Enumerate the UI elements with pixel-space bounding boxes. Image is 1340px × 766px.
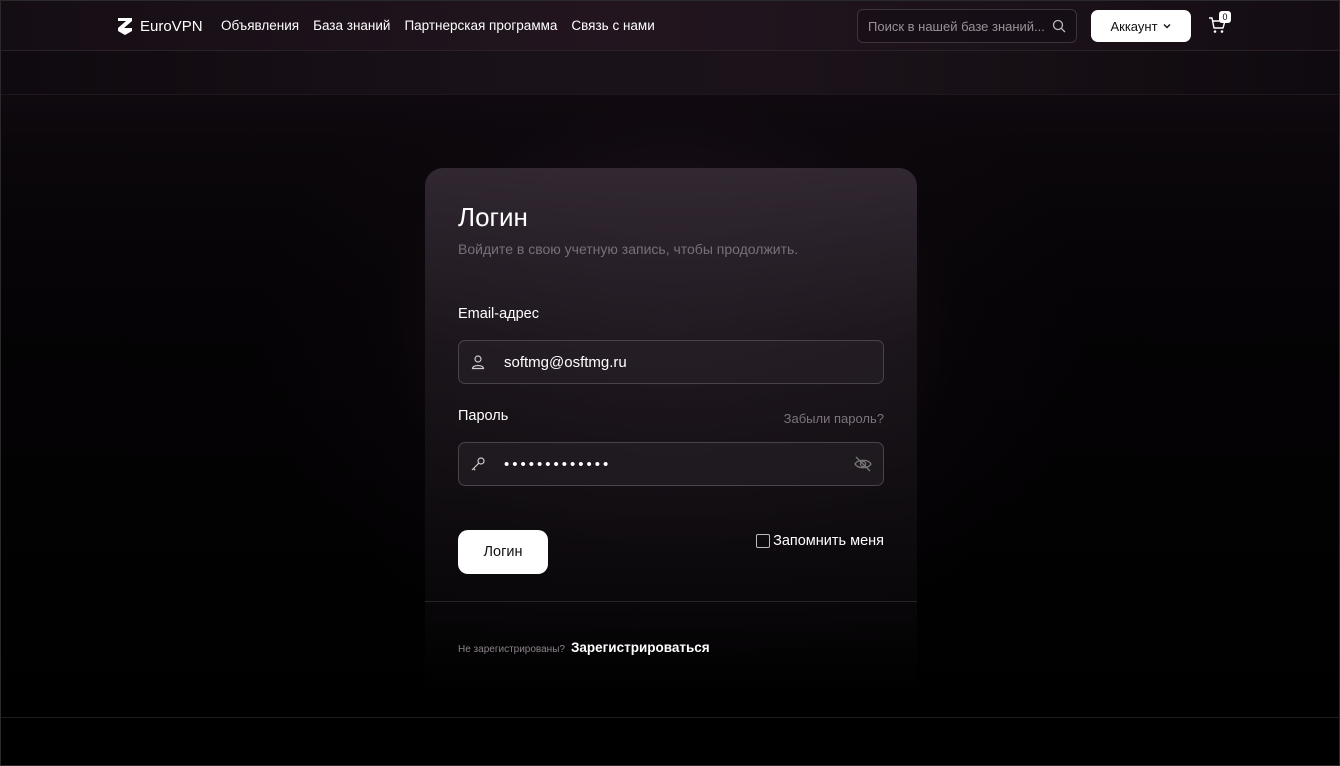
password-input[interactable] <box>504 455 853 473</box>
brand-name: EuroVPN <box>140 17 203 35</box>
forgot-password-link[interactable]: Забыли пароль? <box>784 411 884 426</box>
page-frame: EuroVPN Объявления База знаний Партнерск… <box>0 0 1340 766</box>
page-subtitle: Войдите в свою учетную запись, чтобы про… <box>458 241 799 257</box>
footer-divider <box>1 717 1339 718</box>
remember-label: Запомнить меня <box>773 533 884 549</box>
remember-me[interactable]: Запомнить меня <box>756 533 884 549</box>
cart-count-badge: 0 <box>1219 11 1231 23</box>
login-submit-button[interactable]: Логин <box>458 530 548 574</box>
card-divider <box>425 601 917 602</box>
remember-checkbox[interactable] <box>756 534 771 548</box>
nav-item-announcements[interactable]: Объявления <box>221 18 299 33</box>
top-header: EuroVPN Объявления База знаний Партнерск… <box>1 1 1339 51</box>
account-button[interactable]: Аккаунт <box>1091 10 1191 42</box>
password-field <box>458 442 884 486</box>
search-input[interactable] <box>868 18 1052 34</box>
eurovpn-logo-icon <box>118 18 132 35</box>
chevron-down-icon <box>1163 24 1171 29</box>
nav-item-affiliates[interactable]: Партнерская программа <box>404 18 557 33</box>
sub-header-bar <box>1 51 1339 95</box>
brand-logo[interactable]: EuroVPN <box>116 15 203 37</box>
register-link[interactable]: Зарегистрироваться <box>571 640 710 655</box>
search-icon[interactable] <box>1052 19 1066 33</box>
register-prompt: Не зарегистрированы? Зарегистрироваться <box>458 640 710 655</box>
main-nav: Объявления База знаний Партнерская прогр… <box>221 18 669 33</box>
page-title: Логин <box>458 202 528 232</box>
email-label: Email-адрес <box>458 306 539 322</box>
email-input[interactable] <box>504 353 883 371</box>
key-icon <box>471 457 485 471</box>
knowledgebase-search <box>857 9 1077 43</box>
user-icon <box>471 355 485 370</box>
password-label: Пароль <box>458 408 509 424</box>
nav-item-contact[interactable]: Связь с нами <box>571 18 654 33</box>
account-label: Аккаунт <box>1110 18 1158 34</box>
eye-off-icon[interactable] <box>853 454 873 474</box>
not-registered-text: Не зарегистрированы? <box>458 644 565 655</box>
login-card: Логин Войдите в свою учетную запись, что… <box>425 168 917 688</box>
email-field <box>458 340 884 384</box>
nav-item-knowledgebase[interactable]: База знаний <box>313 18 390 33</box>
